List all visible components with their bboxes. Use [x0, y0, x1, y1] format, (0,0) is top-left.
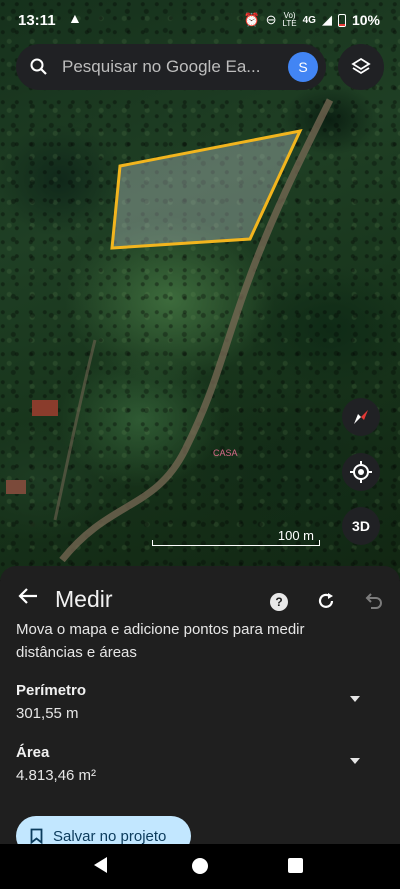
save-to-project-button[interactable]: Salvar no projeto: [16, 816, 191, 844]
undo-icon: [365, 593, 382, 609]
bookmark-icon: [30, 828, 43, 844]
signal-icon: ◢: [321, 12, 332, 27]
map-house: [32, 400, 58, 416]
compass-icon: [354, 410, 368, 424]
measure-panel: Medir ? Mova o mapa e adicione pontos pa…: [0, 566, 400, 844]
search-input[interactable]: [62, 57, 284, 77]
map-house: [6, 480, 26, 494]
perimeter-row[interactable]: Perímetro 301,55 m: [16, 682, 386, 730]
search-bar[interactable]: S: [16, 44, 326, 90]
place-label: CASA: [213, 448, 238, 458]
perimeter-label: Perímetro: [16, 682, 87, 699]
refresh-icon: [318, 593, 334, 608]
status-time: 13:11: [18, 12, 56, 29]
panel-title: Medir: [55, 586, 113, 612]
nav-back-icon[interactable]: [94, 857, 107, 873]
help-icon[interactable]: ?: [270, 593, 288, 611]
back-button[interactable]: [14, 582, 42, 610]
battery-percent: 10%: [351, 12, 380, 28]
chevron-down-icon[interactable]: [350, 696, 360, 702]
battery-icon: [337, 13, 346, 27]
arrow-back-icon: [18, 588, 37, 604]
layers-button[interactable]: [338, 44, 384, 90]
system-nav-bar: [0, 844, 400, 889]
network-type: 4G: [302, 14, 316, 26]
nav-recents-icon[interactable]: [288, 858, 303, 873]
chevron-down-icon[interactable]: [350, 758, 360, 764]
area-row[interactable]: Área 4.813,46 m²: [16, 744, 386, 792]
my-location-button[interactable]: [342, 453, 380, 491]
reset-button[interactable]: [313, 588, 339, 614]
alarm-icon: ⏰: [243, 12, 260, 27]
map-scale: 100 m: [152, 528, 320, 548]
scale-bar: [152, 540, 320, 546]
area-label: Área: [16, 744, 50, 761]
3d-toggle-button[interactable]: 3D: [342, 507, 380, 545]
instruction-text: Mova o mapa e adicione pontos para medir…: [16, 621, 305, 661]
panel-header: Medir ?: [0, 576, 400, 616]
crosshair-icon: [350, 461, 372, 483]
alert-icon: ▲: [68, 10, 82, 26]
layers-icon: [351, 57, 371, 75]
perimeter-value: 301,55 m: [16, 705, 79, 722]
undo-button[interactable]: [360, 588, 386, 614]
search-icon: [16, 57, 62, 77]
account-avatar[interactable]: S: [288, 52, 318, 82]
save-button-label: Salvar no projeto: [53, 827, 167, 845]
volte-indicator: Vo) LTE: [282, 11, 297, 28]
nav-home-icon[interactable]: [192, 858, 208, 874]
dnd-icon: ⊖: [265, 12, 277, 27]
compass-button[interactable]: [342, 398, 380, 436]
status-icons: ⏰ ⊖ Vo) LTE 4G ◢ 10%: [243, 11, 380, 29]
status-bar: 13:11 ▲ ⏰ ⊖ Vo) LTE 4G ◢ 10%: [0, 0, 400, 40]
area-value: 4.813,46 m²: [16, 767, 97, 784]
map-path: [53, 339, 97, 521]
